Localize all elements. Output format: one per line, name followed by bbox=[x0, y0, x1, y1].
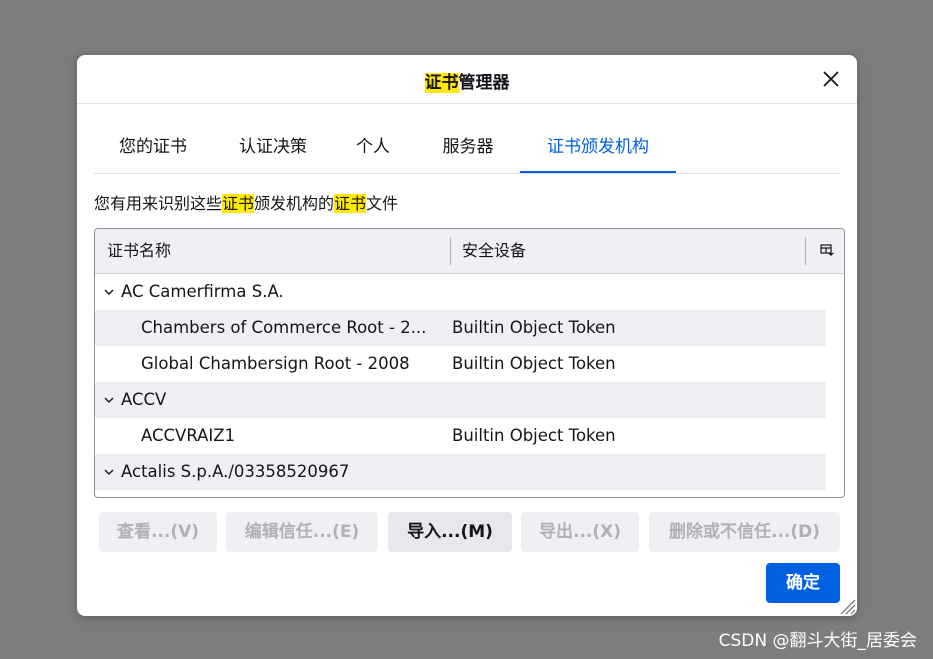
title-rest: 管理器 bbox=[458, 73, 510, 93]
security-device-cell: Builtin Object Token bbox=[452, 426, 616, 445]
certificate-name-cell: Global Chambersign Root - 2008 bbox=[141, 354, 410, 373]
tree-row-item[interactable]: Global Chambersign Root - 2008 Builtin O… bbox=[95, 346, 826, 382]
certificate-name-cell: ACCVRAIZ1 bbox=[141, 426, 236, 445]
column-picker-icon[interactable] bbox=[820, 243, 834, 257]
tab-authorities[interactable]: 证书颁发机构 bbox=[520, 125, 676, 173]
delete-or-distrust-button[interactable]: 删除或不信任...(D) bbox=[649, 512, 840, 552]
tree-row-group[interactable]: ACCV bbox=[95, 382, 826, 418]
tree-row-group[interactable]: AC Camerfirma S.A. bbox=[95, 274, 826, 310]
column-splitter[interactable] bbox=[805, 237, 806, 265]
tree-header: 证书名称 安全设备 bbox=[95, 229, 844, 274]
certificate-name-cell: Actalis S.p.A./03358520967 bbox=[121, 462, 350, 481]
description-part-2: 颁发机构的 bbox=[254, 194, 335, 213]
export-button[interactable]: 导出...(X) bbox=[521, 512, 639, 552]
chevron-down-icon[interactable] bbox=[103, 287, 115, 297]
certificate-tree[interactable]: 证书名称 安全设备 AC Camerfirma S.A. Chambers of… bbox=[94, 228, 845, 498]
title-highlight: 证书 bbox=[424, 73, 459, 93]
column-header-security-device[interactable]: 安全设备 bbox=[462, 229, 526, 273]
dialog-titlebar: 证书管理器 bbox=[77, 55, 857, 104]
certificate-manager-dialog: 证书管理器 您的证书 认证决策 个人 服务器 证书颁发机构 您有用来识别这些证书… bbox=[77, 55, 857, 616]
security-device-cell: Builtin Object Token bbox=[452, 318, 616, 337]
tree-row-item[interactable]: ACCVRAIZ1 Builtin Object Token bbox=[95, 418, 826, 454]
chevron-down-icon[interactable] bbox=[103, 395, 115, 405]
watermark: CSDN @翻斗大街_居委会 bbox=[718, 631, 917, 651]
certificate-name-cell: AC Camerfirma S.A. bbox=[121, 282, 284, 301]
column-splitter[interactable] bbox=[450, 237, 451, 265]
edit-trust-button[interactable]: 编辑信任...(E) bbox=[226, 512, 378, 552]
close-icon bbox=[823, 71, 839, 87]
resize-grip-icon[interactable] bbox=[835, 594, 857, 616]
description-part-3: 文件 bbox=[366, 194, 399, 213]
chevron-down-icon[interactable] bbox=[103, 467, 115, 477]
description-highlight-1: 证书 bbox=[222, 194, 255, 213]
security-device-cell: Builtin Object Token bbox=[452, 354, 616, 373]
certificate-name-cell: Chambers of Commerce Root - 2... bbox=[141, 318, 427, 337]
tree-row-item[interactable]: Chambers of Commerce Root - 2... Builtin… bbox=[95, 310, 826, 346]
description-part-1: 您有用来识别这些 bbox=[94, 194, 223, 213]
dialog-title: 证书管理器 bbox=[77, 68, 857, 93]
view-button[interactable]: 查看...(V) bbox=[99, 512, 217, 552]
ok-button[interactable]: 确定 bbox=[766, 563, 840, 603]
tree-row-group[interactable]: Actalis S.p.A./03358520967 bbox=[95, 454, 826, 490]
import-button[interactable]: 导入...(M) bbox=[388, 512, 512, 552]
column-header-certificate-name[interactable]: 证书名称 bbox=[107, 229, 171, 273]
certificate-name-cell: ACCV bbox=[121, 390, 167, 409]
close-button[interactable] bbox=[819, 67, 843, 91]
tab-people[interactable]: 个人 bbox=[334, 125, 412, 173]
tab-servers[interactable]: 服务器 bbox=[422, 125, 514, 173]
description-highlight-2: 证书 bbox=[334, 194, 367, 213]
tab-authentication-decisions[interactable]: 认证决策 bbox=[222, 125, 324, 173]
tab-your-certificates[interactable]: 您的证书 bbox=[94, 125, 212, 173]
tab-bar: 您的证书 认证决策 个人 服务器 证书颁发机构 bbox=[94, 125, 840, 174]
description-text: 您有用来识别这些证书颁发机构的证书文件 bbox=[94, 190, 398, 214]
